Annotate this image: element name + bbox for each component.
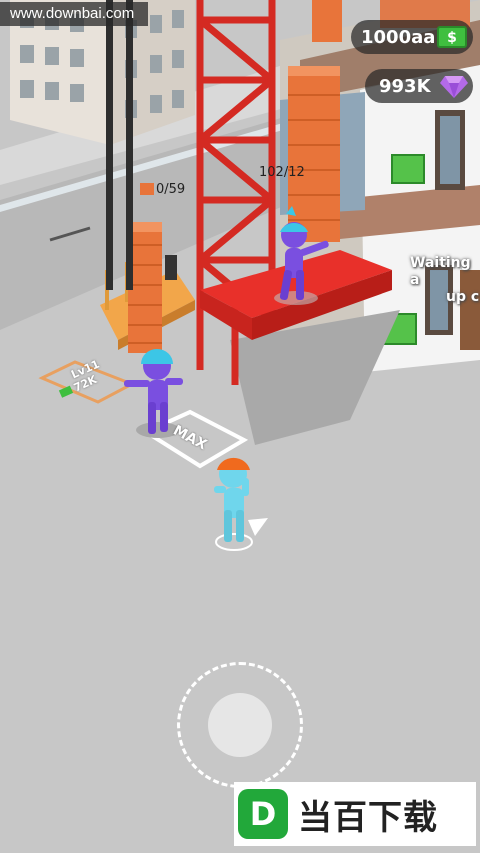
gem-value: 993K	[379, 75, 431, 97]
joystick-knob[interactable]	[208, 693, 272, 757]
banner-logo-icon: D	[238, 789, 288, 839]
diamond-icon	[440, 76, 468, 98]
game-stage: 0/59 102/12 Lv11 72K MAX Waiting a up c …	[0, 0, 480, 853]
banner-text: 当百下载	[298, 797, 438, 838]
waiting-line-2: up c	[446, 289, 480, 305]
money-counter: 1000aa $	[351, 20, 473, 54]
waiting-line-1: Waiting a	[410, 255, 471, 288]
watermark: www.downbai.com	[0, 2, 148, 26]
brick-counter-right: 102/12	[259, 165, 305, 180]
gem-counter: 993K	[365, 69, 473, 103]
money-value: 1000aa	[361, 26, 436, 48]
cash-icon	[58, 385, 74, 398]
brick-counter-left: 0/59	[156, 182, 186, 197]
waiting-text: Waiting a up c	[410, 255, 480, 306]
cash-icon: $	[437, 26, 467, 48]
download-banner[interactable]: D 当百下载	[234, 782, 476, 846]
